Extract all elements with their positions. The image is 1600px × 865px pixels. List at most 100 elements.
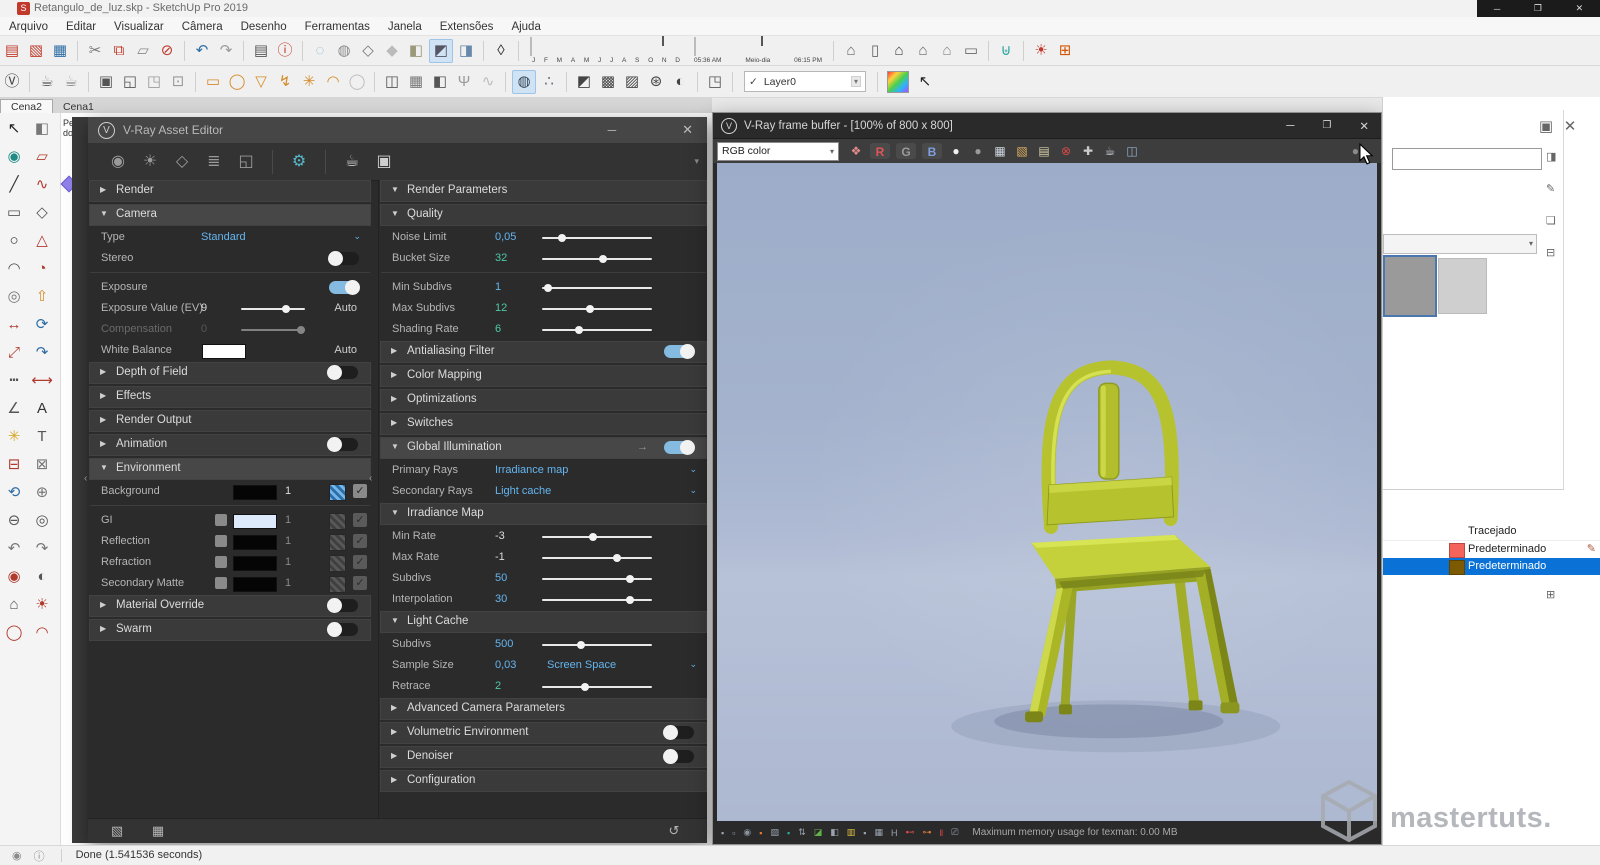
- vfb-status-icon[interactable]: ▪: [759, 828, 762, 838]
- vray-sphere-tool[interactable]: ◯: [0, 619, 28, 647]
- slider[interactable]: [542, 308, 652, 310]
- rectangle-tool[interactable]: ▭: [0, 199, 28, 227]
- slider[interactable]: [542, 686, 652, 688]
- scene-tab-cena1[interactable]: Cena1: [53, 100, 104, 114]
- slider-knob[interactable]: [577, 641, 585, 649]
- slider-knob[interactable]: [581, 683, 589, 691]
- lights-icon[interactable]: ☀: [135, 151, 165, 173]
- menu-item-ferramentas[interactable]: Ferramentas: [296, 19, 379, 35]
- chevron-down-icon[interactable]: ⌄: [689, 464, 697, 475]
- collapse-left-icon[interactable]: ‹: [84, 473, 87, 484]
- vfb-status-icon[interactable]: ⎚: [951, 827, 958, 838]
- print-button[interactable]: ▤: [250, 40, 272, 62]
- vfb-status-icon[interactable]: ▦: [874, 827, 883, 838]
- model-info-button[interactable]: ⓘ: [274, 40, 296, 62]
- collapse-panel-icon[interactable]: ‹: [369, 473, 372, 484]
- toggle-off[interactable]: [328, 623, 358, 636]
- toggle-off[interactable]: [664, 750, 694, 763]
- geolocation-icon[interactable]: ◉: [12, 849, 22, 862]
- 3d-text-tool[interactable]: T: [28, 423, 56, 451]
- time-marker[interactable]: [761, 36, 763, 46]
- enabled-checkbox[interactable]: ✓: [353, 576, 367, 590]
- slider[interactable]: [542, 287, 652, 289]
- open-file-button[interactable]: ▧: [25, 40, 47, 62]
- param-value[interactable]: 0,05: [495, 231, 516, 243]
- open-folder-icon[interactable]: ▧: [106, 820, 128, 842]
- section-fill-tool[interactable]: ⊠: [28, 451, 56, 479]
- clear-image-button[interactable]: ⊗: [1056, 142, 1076, 160]
- section-depth-of-field[interactable]: ▶Depth of Field: [89, 362, 371, 384]
- vfb-status-icon[interactable]: ◪: [814, 827, 823, 838]
- axes-tool[interactable]: ✳: [0, 423, 28, 451]
- section-plane-tool[interactable]: ⊟: [0, 451, 28, 479]
- cut-button[interactable]: ✂: [84, 40, 106, 62]
- materials-icon[interactable]: ◉: [103, 151, 133, 173]
- enable-checkbox[interactable]: [215, 514, 227, 526]
- style-back-edges-button[interactable]: ◍: [333, 40, 355, 62]
- shadow-box-button[interactable]: ▭: [960, 40, 982, 62]
- minimize-icon[interactable]: ─: [1286, 120, 1294, 132]
- enable-checkbox[interactable]: [215, 577, 227, 589]
- dimensions-tool[interactable]: ⟷: [28, 367, 56, 395]
- fur-cube-button[interactable]: ▦: [405, 71, 427, 93]
- tray-pin-icon[interactable]: ▣: [1535, 116, 1557, 138]
- vfb-status-icon[interactable]: ▫: [732, 828, 735, 838]
- vfb-status-icon[interactable]: ⇅: [798, 827, 806, 838]
- section-animation[interactable]: ▶Animation: [89, 434, 371, 456]
- param-value[interactable]: 30: [495, 593, 507, 605]
- param-value[interactable]: -1: [495, 551, 505, 563]
- displacement-cube2-button[interactable]: ▨: [621, 71, 643, 93]
- help-icon[interactable]: ⓘ: [34, 848, 45, 864]
- disabled-sphere-light-button[interactable]: ◯: [346, 71, 368, 93]
- push-pull-tool[interactable]: ⇧: [28, 283, 56, 311]
- make-component-tool[interactable]: ◧: [28, 115, 56, 143]
- dome-light-button[interactable]: ◠: [322, 71, 344, 93]
- linetype-row[interactable]: Predeterminado✎: [1383, 541, 1600, 558]
- line-tool[interactable]: ╱: [0, 171, 28, 199]
- render-elements-icon[interactable]: ◱: [231, 151, 261, 173]
- settings-icon[interactable]: ⚙: [284, 151, 314, 173]
- window-controls[interactable]: ─❐✕: [1477, 0, 1600, 17]
- section-light-cache[interactable]: ▼Light Cache: [380, 611, 707, 633]
- omni-light-button[interactable]: ✳: [298, 71, 320, 93]
- menu-item-desenho[interactable]: Desenho: [232, 19, 296, 35]
- look-around-tool[interactable]: ◐: [28, 563, 56, 591]
- next-view-tool[interactable]: ↷: [28, 535, 56, 563]
- slider-knob[interactable]: [544, 284, 552, 292]
- param-value[interactable]: 50: [495, 572, 507, 584]
- paint-bucket-tool[interactable]: ◉: [0, 143, 28, 171]
- section-render-parameters[interactable]: ▼Render Parameters: [380, 180, 707, 202]
- toggle-off[interactable]: [329, 252, 359, 265]
- component-hand-button[interactable]: ◳: [704, 71, 726, 93]
- multiplier-value[interactable]: 1: [285, 485, 291, 497]
- vfb-status-icon[interactable]: ▥: [847, 827, 856, 838]
- sphere-light-button[interactable]: ◯: [226, 71, 248, 93]
- load-image-button[interactable]: ▧: [1012, 142, 1032, 160]
- scene-tab-cena2[interactable]: Cena2: [0, 99, 53, 114]
- close-icon[interactable]: ✕: [1576, 3, 1584, 14]
- close-icon[interactable]: ✕: [1359, 119, 1369, 133]
- style-xray-button[interactable]: ◌: [309, 40, 331, 62]
- multiplier-value[interactable]: 1: [285, 514, 291, 526]
- freehand-tool[interactable]: ∿: [28, 171, 56, 199]
- paste-button[interactable]: ▱: [132, 40, 154, 62]
- select-tool[interactable]: ↖: [0, 115, 28, 143]
- chevron-down-icon[interactable]: ⌄: [689, 485, 697, 496]
- grass-fur-button[interactable]: Ψ: [453, 71, 475, 93]
- section-quality[interactable]: ▼Quality: [380, 204, 707, 226]
- slider-knob[interactable]: [626, 596, 634, 604]
- color-swatch[interactable]: [233, 556, 277, 571]
- menu-item-ajuda[interactable]: Ajuda: [502, 19, 549, 35]
- render-teapot-icon[interactable]: ☕: [337, 151, 367, 173]
- vfb-status-icon[interactable]: ⊷: [906, 827, 915, 838]
- menu-item-janela[interactable]: Janela: [379, 19, 431, 35]
- undo-button[interactable]: ↶: [191, 40, 213, 62]
- save-icon[interactable]: ▦: [147, 820, 169, 842]
- date-marker[interactable]: [662, 36, 664, 46]
- slider[interactable]: [542, 536, 652, 538]
- move-tool[interactable]: ↔: [0, 311, 28, 339]
- toggle-off[interactable]: [664, 726, 694, 739]
- protractor-tool[interactable]: ∠: [0, 395, 28, 423]
- param-value[interactable]: 1: [495, 281, 501, 293]
- revert-icon[interactable]: ↺: [663, 820, 685, 842]
